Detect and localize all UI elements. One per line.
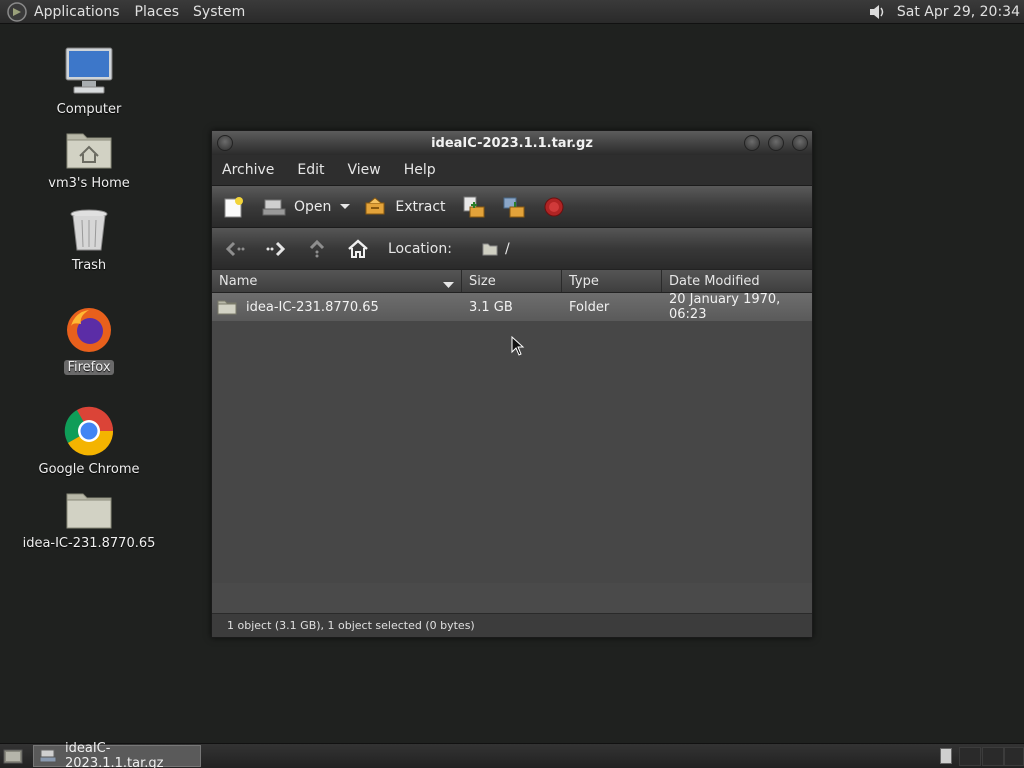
desktop-icon-home[interactable]: vm3's Home bbox=[19, 128, 159, 191]
column-date-modified[interactable]: Date Modified bbox=[662, 270, 812, 292]
row-name: idea-IC-231.8770.65 bbox=[246, 299, 379, 315]
new-archive-button[interactable] bbox=[222, 195, 246, 219]
trash-applet-icon[interactable] bbox=[940, 748, 952, 764]
firefox-icon bbox=[65, 306, 113, 358]
column-type-label: Type bbox=[569, 273, 599, 289]
chrome-icon bbox=[64, 406, 114, 460]
archive-manager-window: ideaIC-2023.1.1.tar.gz Archive Edit View… bbox=[211, 130, 813, 638]
home-icon[interactable] bbox=[345, 236, 371, 262]
location-label: Location: bbox=[388, 240, 452, 257]
status-text: 1 object (3.1 GB), 1 object selected (0 … bbox=[227, 619, 475, 632]
bottom-panel: ideaIC-2023.1.1.tar.gz bbox=[0, 741, 1024, 768]
location-path[interactable]: / bbox=[482, 241, 510, 257]
column-date-label: Date Modified bbox=[669, 273, 760, 289]
system-menu[interactable]: System bbox=[193, 4, 245, 20]
desktop-icon-label: Computer bbox=[56, 102, 122, 117]
add-folder-button[interactable] bbox=[502, 195, 526, 219]
window-title: ideaIC-2023.1.1.tar.gz bbox=[431, 135, 593, 151]
clock[interactable]: Sat Apr 29, 20:34 bbox=[897, 4, 1020, 20]
desktop-icon-trash[interactable]: Trash bbox=[19, 208, 159, 273]
workspace-3[interactable] bbox=[1004, 747, 1024, 766]
menu-archive[interactable]: Archive bbox=[222, 162, 274, 178]
folder-icon bbox=[217, 299, 237, 315]
toolbar: Open Extract bbox=[212, 185, 812, 227]
desktop-icon-computer[interactable]: Computer bbox=[19, 46, 159, 117]
maximize-button[interactable] bbox=[768, 135, 784, 151]
sort-arrow-icon bbox=[443, 278, 454, 293]
forward-arrow-icon[interactable] bbox=[263, 236, 289, 262]
distro-logo-icon[interactable] bbox=[6, 1, 28, 23]
location-path-text: / bbox=[504, 240, 510, 257]
column-size[interactable]: Size bbox=[462, 270, 562, 292]
folder-icon bbox=[482, 242, 498, 256]
volume-icon[interactable] bbox=[867, 2, 887, 22]
desktop-icon-idea-folder[interactable]: idea-IC-231.8770.65 bbox=[19, 490, 159, 551]
column-size-label: Size bbox=[469, 273, 496, 289]
window-menu-button[interactable] bbox=[217, 135, 233, 151]
row-type: Folder bbox=[569, 299, 610, 315]
new-document-icon bbox=[222, 195, 246, 219]
desktop-icon-label: Trash bbox=[71, 258, 107, 273]
archive-app-icon bbox=[39, 748, 57, 764]
open-label: Open bbox=[294, 198, 332, 215]
row-date: 20 January 1970, 06:23 bbox=[669, 292, 781, 322]
open-dropdown-button[interactable] bbox=[339, 199, 351, 215]
extract-label: Extract bbox=[395, 198, 446, 215]
dropdown-arrow-icon bbox=[339, 199, 351, 215]
menu-view[interactable]: View bbox=[348, 162, 381, 178]
show-desktop-icon[interactable] bbox=[3, 747, 23, 765]
desktop-icon-firefox[interactable]: Firefox bbox=[19, 306, 159, 375]
trash-icon bbox=[69, 208, 109, 256]
places-menu[interactable]: Places bbox=[135, 4, 180, 20]
column-type[interactable]: Type bbox=[562, 270, 662, 292]
applications-menu[interactable]: Applications bbox=[34, 4, 120, 20]
menu-edit[interactable]: Edit bbox=[297, 162, 324, 178]
back-arrow-icon[interactable] bbox=[222, 236, 248, 262]
workspace-1[interactable] bbox=[959, 747, 981, 766]
add-files-icon bbox=[462, 195, 486, 219]
home-folder-icon bbox=[66, 128, 112, 174]
extract-button[interactable]: Extract bbox=[363, 195, 446, 219]
desktop-icon-label: Google Chrome bbox=[38, 462, 140, 477]
column-header: Name Size Type Date Modified bbox=[212, 269, 812, 293]
computer-icon bbox=[64, 46, 114, 100]
column-name-label: Name bbox=[219, 273, 258, 289]
stop-button[interactable] bbox=[542, 195, 566, 219]
open-archive-icon bbox=[262, 195, 286, 219]
mouse-cursor-icon bbox=[511, 335, 525, 360]
folder-icon bbox=[66, 490, 112, 534]
desktop-icon-label: idea-IC-231.8770.65 bbox=[22, 536, 156, 551]
add-files-button[interactable] bbox=[462, 195, 486, 219]
table-row[interactable]: idea-IC-231.8770.65 3.1 GB Folder 20 Jan… bbox=[212, 292, 812, 322]
desktop-icon-label: vm3's Home bbox=[48, 176, 130, 191]
location-bar: Location: / bbox=[212, 227, 812, 269]
taskbar-item-label: ideaIC-2023.1.1.tar.gz bbox=[65, 741, 164, 768]
open-button[interactable]: Open bbox=[262, 195, 331, 219]
window-menubar: Archive Edit View Help bbox=[212, 155, 812, 185]
desktop-icon-label: Firefox bbox=[64, 360, 114, 375]
up-arrow-icon[interactable] bbox=[304, 236, 330, 262]
menu-help[interactable]: Help bbox=[404, 162, 436, 178]
desktop-icon-chrome[interactable]: Google Chrome bbox=[19, 406, 159, 477]
add-folder-icon bbox=[502, 195, 526, 219]
top-panel: Applications Places System Sat Apr 29, 2… bbox=[0, 0, 1024, 24]
column-name[interactable]: Name bbox=[212, 270, 462, 292]
taskbar-item-archive[interactable]: ideaIC-2023.1.1.tar.gz bbox=[33, 741, 201, 768]
minimize-button[interactable] bbox=[744, 135, 760, 151]
close-button[interactable] bbox=[792, 135, 808, 151]
row-size: 3.1 GB bbox=[469, 299, 513, 315]
row-name-cell: idea-IC-231.8770.65 bbox=[212, 299, 462, 315]
extract-icon bbox=[363, 195, 387, 219]
window-titlebar[interactable]: ideaIC-2023.1.1.tar.gz bbox=[212, 131, 812, 155]
stop-icon bbox=[542, 195, 566, 219]
status-bar: 1 object (3.1 GB), 1 object selected (0 … bbox=[212, 613, 812, 637]
workspace-2[interactable] bbox=[982, 747, 1004, 766]
